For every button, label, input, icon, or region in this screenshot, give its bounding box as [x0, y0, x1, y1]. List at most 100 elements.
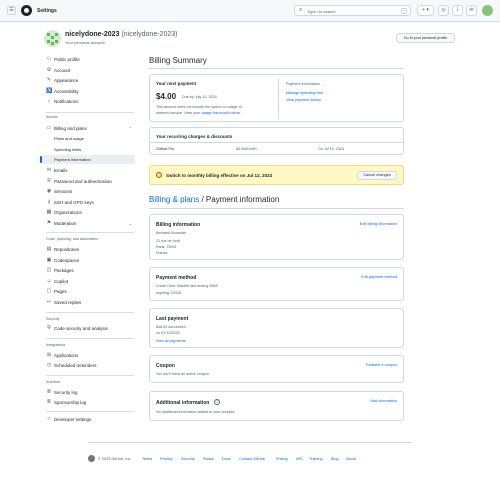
footer-link-training[interactable]: Training: [309, 457, 323, 461]
footer-link-status[interactable]: Status: [203, 457, 214, 461]
question-icon[interactable]: ?: [214, 399, 220, 405]
sidebar-item-accessibility[interactable]: ♿ Accessibility: [41, 87, 135, 96]
manage-spending-limit-link[interactable]: Manage spending limit: [286, 91, 323, 95]
divider: [46, 232, 134, 233]
add-information-link[interactable]: Add information: [370, 399, 397, 403]
command-palette-icon[interactable]: ⌃: [401, 8, 407, 14]
footer-link-blog[interactable]: Blog: [331, 457, 339, 461]
key-icon: ⚷: [47, 199, 51, 205]
edit-payment-method-link[interactable]: Edit payment method: [361, 275, 397, 279]
go-to-profile-button[interactable]: Go to your personal profile: [396, 33, 455, 43]
edit-billing-information-link[interactable]: Edit billing information: [360, 222, 397, 226]
footer-link-security[interactable]: Security: [181, 457, 195, 461]
sidebar-item-label: Pages: [54, 289, 67, 294]
search-placeholder: Type / to search: [307, 9, 336, 14]
sidebar-item-codespaces[interactable]: ▣ Codespaces: [41, 256, 135, 265]
breadcrumb-billing-link[interactable]: Billing & plans: [149, 195, 199, 204]
sidebar-item-copilot[interactable]: ☺ Copilot: [41, 277, 135, 286]
section-heading-archives: Archives: [46, 380, 61, 384]
credit-card-icon: ▭: [46, 125, 52, 131]
footer-link-contact[interactable]: Contact GitHub: [239, 457, 265, 461]
browser-icon: ▢: [46, 288, 52, 294]
billing-change-banner: ◷ Switch to monthly billing effective on…: [149, 165, 404, 185]
person-icon: ⚇: [46, 56, 52, 62]
create-new-button[interactable]: + ▾: [417, 5, 434, 16]
sidebar-item-appearance[interactable]: ✎ Appearance: [41, 76, 135, 85]
usage-note-line-1: This amount does not include the spend o…: [156, 105, 242, 109]
view-payment-history-link[interactable]: View payment history: [286, 98, 321, 102]
usage-this-month-link[interactable]: usage this month: [201, 111, 229, 115]
sidebar-item-label: Packages: [54, 268, 74, 273]
next-payment-amount: $4.00: [156, 92, 177, 101]
chevron-down-icon: ⌄: [128, 221, 132, 226]
sidebar-item-security-log[interactable]: ≣ Security log: [41, 388, 135, 397]
billing-address-1: 21 rue de rivoli: [156, 239, 181, 243]
sidebar-item-emails[interactable]: ✉ Emails: [41, 166, 135, 175]
billing-address-3: France: [156, 251, 168, 255]
plan-renewal-date: On Jul 12, 2024: [318, 147, 345, 151]
sidebar-item-label: Code security and analysis: [54, 326, 108, 331]
footer-link-about[interactable]: About: [346, 457, 356, 461]
sidebar-item-payment-information[interactable]: Payment information: [40, 155, 135, 164]
payment-card-line: Credit Card: MasterCard ending 3558: [156, 284, 218, 288]
coupon-text: You don't have an active coupon.: [156, 372, 211, 376]
sidebar-item-account[interactable]: ⚙ Account: [41, 66, 135, 75]
sidebar-item-label: Security log: [54, 390, 78, 395]
sidebar-item-repositories[interactable]: ▤ Repositories: [41, 245, 135, 254]
sidebar-item-pages[interactable]: ▢ Pages: [41, 287, 135, 296]
sidebar-item-scheduled-reminders[interactable]: ◷ Scheduled reminders: [41, 361, 135, 370]
sidebar-item-label: Accessibility: [54, 89, 79, 94]
sidebar-item-organizations[interactable]: ▦ Organizations: [41, 208, 135, 217]
sidebar-item-password[interactable]: ⛨ Password and authentication: [41, 177, 135, 186]
gear-icon: ⚙: [46, 67, 52, 73]
payment-information-link[interactable]: Payment information →: [286, 82, 325, 86]
sidebar-item-developer-settings[interactable]: ‹› Developer settings: [41, 415, 135, 424]
sidebar-item-notifications[interactable]: ♪ Notifications: [41, 97, 135, 106]
billing-name: Bertrand Bruandet: [156, 231, 187, 235]
recurring-charges-card: Your recurring charges & discounts GitHu…: [149, 127, 404, 155]
sidebar-item-code-security[interactable]: ⛨ Code security and analysis: [41, 324, 135, 333]
footer-link-privacy[interactable]: Privacy: [160, 457, 172, 461]
sidebar-item-billing[interactable]: ▭ Billing and plans ⌃: [41, 124, 135, 133]
sidebar-item-ssh-keys[interactable]: ⚷ SSH and GPG keys: [41, 198, 135, 207]
user-avatar[interactable]: [482, 5, 493, 16]
accessibility-icon: ♿: [46, 88, 53, 94]
sidebar-item-applications[interactable]: ⊞ Applications: [41, 351, 135, 360]
sidebar-item-sponsorship-log[interactable]: ≣ Sponsorship log: [41, 398, 135, 407]
sidebar-item-packages[interactable]: ◫ Packages: [41, 266, 135, 275]
package-icon: ◫: [46, 267, 52, 273]
sidebar-item-sessions[interactable]: ◉ Sessions: [41, 187, 135, 196]
inbox-icon[interactable]: ✉: [466, 5, 477, 16]
broadcast-icon: ◉: [46, 188, 52, 194]
sidebar-item-label: Account: [54, 68, 71, 73]
sidebar-item-saved-replies[interactable]: ↩ Saved replies: [41, 298, 135, 307]
additional-information-text: No additional information added to your …: [156, 410, 236, 414]
account-name: nicelydone-2023 (nicelydone-2023): [65, 31, 177, 38]
divider: [46, 375, 134, 376]
sidebar-item-label: Spending limits: [54, 147, 82, 152]
reply-icon: ↩: [46, 299, 52, 305]
coupon-title: Coupon: [156, 363, 175, 369]
sidebar-item-spending-limits[interactable]: Spending limits: [41, 145, 135, 154]
avatar: [44, 30, 61, 47]
search-input[interactable]: ⌕ Type / to search ⌃: [294, 5, 411, 16]
sidebar-item-public-profile[interactable]: ⚇ Public profile: [41, 55, 135, 64]
view-all-payments-link[interactable]: View all payments: [156, 339, 186, 343]
footer-link-terms[interactable]: Terms: [142, 457, 152, 461]
sidebar-item-label: Sponsorship log: [54, 400, 87, 405]
page-title: Payment information: [205, 195, 280, 204]
pull-requests-icon[interactable]: ⟟: [452, 5, 463, 16]
menu-icon[interactable]: ☰: [7, 6, 16, 15]
sidebar-item-plans-usage[interactable]: Plans and usage: [41, 134, 135, 143]
footer-link-docs[interactable]: Docs: [222, 457, 231, 461]
footer-link-api[interactable]: API: [296, 457, 302, 461]
billing-address-2: Paris, 75001: [156, 245, 177, 249]
footer-link-pricing[interactable]: Pricing: [276, 457, 288, 461]
sidebar-item-moderation[interactable]: ⚑ Moderation ⌄: [41, 219, 135, 228]
cancel-changes-button[interactable]: Cancel changes: [357, 171, 397, 180]
github-logo-icon[interactable]: [88, 455, 95, 462]
issues-icon[interactable]: ◎: [438, 5, 449, 16]
redeem-coupon-link[interactable]: Redeem a coupon: [366, 363, 397, 367]
payment-method-title: Payment method: [156, 275, 197, 281]
github-logo-icon[interactable]: [21, 5, 32, 16]
